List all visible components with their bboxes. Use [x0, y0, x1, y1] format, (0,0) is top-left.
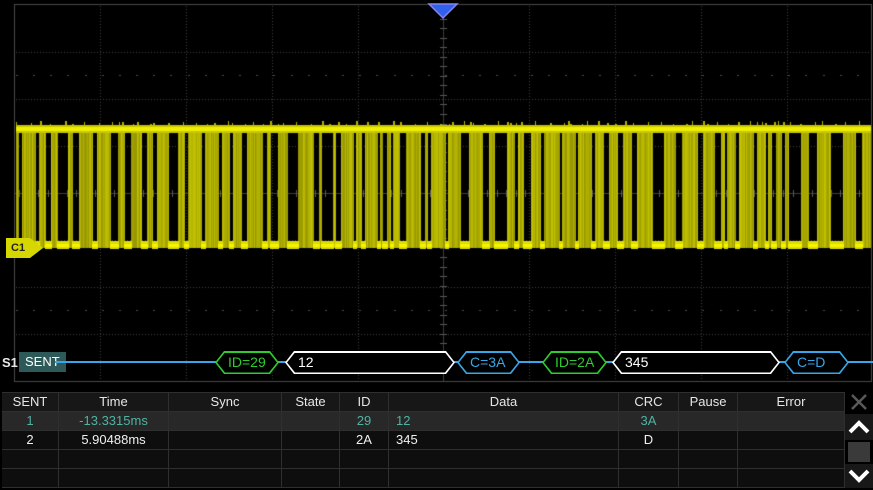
- close-icon: [851, 394, 867, 410]
- table-side-controls: [845, 392, 873, 488]
- chevron-down-icon: [848, 469, 870, 483]
- column-header-error: Error: [738, 393, 845, 411]
- results-table: SENT Time Sync State ID Data CRC Pause Error 1 -13…: [2, 392, 845, 488]
- decode-frame-id: ID=29: [215, 351, 279, 374]
- table-cell: 29: [340, 412, 389, 430]
- table-cell: [679, 412, 738, 430]
- close-results-button[interactable]: [845, 392, 873, 412]
- table-cell: [282, 412, 340, 430]
- decode-bus-label: S1: [2, 355, 18, 370]
- table-cell: [282, 431, 340, 449]
- table-cell: 3A: [619, 412, 679, 430]
- table-row[interactable]: 2 5.90488ms 2A 345 D: [2, 431, 845, 450]
- column-header-state: State: [282, 393, 340, 411]
- table-cell: [169, 431, 282, 449]
- decode-frame-id: ID=2A: [542, 351, 607, 374]
- table-cell: [738, 450, 845, 468]
- decode-frame-data: 345: [612, 351, 780, 374]
- table-cell: [59, 450, 169, 468]
- column-header-sent: SENT: [2, 393, 59, 411]
- trigger-position-marker-icon[interactable]: [427, 3, 459, 20]
- table-cell: [282, 469, 340, 487]
- table-cell: [679, 431, 738, 449]
- table-cell: 2A: [340, 431, 389, 449]
- chevron-up-icon: [848, 420, 870, 434]
- table-row[interactable]: [2, 450, 845, 469]
- table-cell: [738, 412, 845, 430]
- scroll-up-button[interactable]: [845, 414, 873, 440]
- decode-frame-crc: C=D: [784, 351, 849, 374]
- table-cell: 5.90488ms: [59, 431, 169, 449]
- table-cell: [282, 450, 340, 468]
- column-header-pause: Pause: [679, 393, 738, 411]
- table-cell: [169, 412, 282, 430]
- table-cell: [2, 450, 59, 468]
- table-header-row: SENT Time Sync State ID Data CRC Pause Error: [2, 392, 845, 412]
- table-cell: [2, 469, 59, 487]
- table-cell: [169, 469, 282, 487]
- table-cell: [679, 450, 738, 468]
- table-cell: [340, 469, 389, 487]
- table-cell: D: [619, 431, 679, 449]
- column-header-crc: CRC: [619, 393, 679, 411]
- column-header-data: Data: [389, 393, 619, 411]
- table-cell: 12: [389, 412, 619, 430]
- table-cell: [679, 469, 738, 487]
- table-row[interactable]: [2, 469, 845, 488]
- table-cell: 1: [2, 412, 59, 430]
- table-cell: [389, 469, 619, 487]
- table-cell: 345: [389, 431, 619, 449]
- decode-frame-crc: C=3A: [457, 351, 520, 374]
- table-cell: -13.3315ms: [59, 412, 169, 430]
- table-cell: [619, 469, 679, 487]
- table-cell: [340, 450, 389, 468]
- waveform-canvas: [0, 0, 873, 384]
- column-header-time: Time: [59, 393, 169, 411]
- oscilloscope-screen: C1 S1 SENT ID=29 12 C=3A ID=2A 345 C=D SENT Ti…: [0, 0, 873, 490]
- decode-frame-data: 12: [285, 351, 455, 374]
- table-cell: 2: [2, 431, 59, 449]
- table-cell: [59, 469, 169, 487]
- column-header-id: ID: [340, 393, 389, 411]
- scroll-down-button[interactable]: [845, 464, 873, 488]
- table-row[interactable]: 1 -13.3315ms 29 12 3A: [2, 412, 845, 431]
- table-cell: [738, 431, 845, 449]
- table-cell: [619, 450, 679, 468]
- table-cell: [169, 450, 282, 468]
- table-cell: [738, 469, 845, 487]
- table-cell: [389, 450, 619, 468]
- column-header-sync: Sync: [169, 393, 282, 411]
- scrollbar-thumb[interactable]: [848, 442, 870, 462]
